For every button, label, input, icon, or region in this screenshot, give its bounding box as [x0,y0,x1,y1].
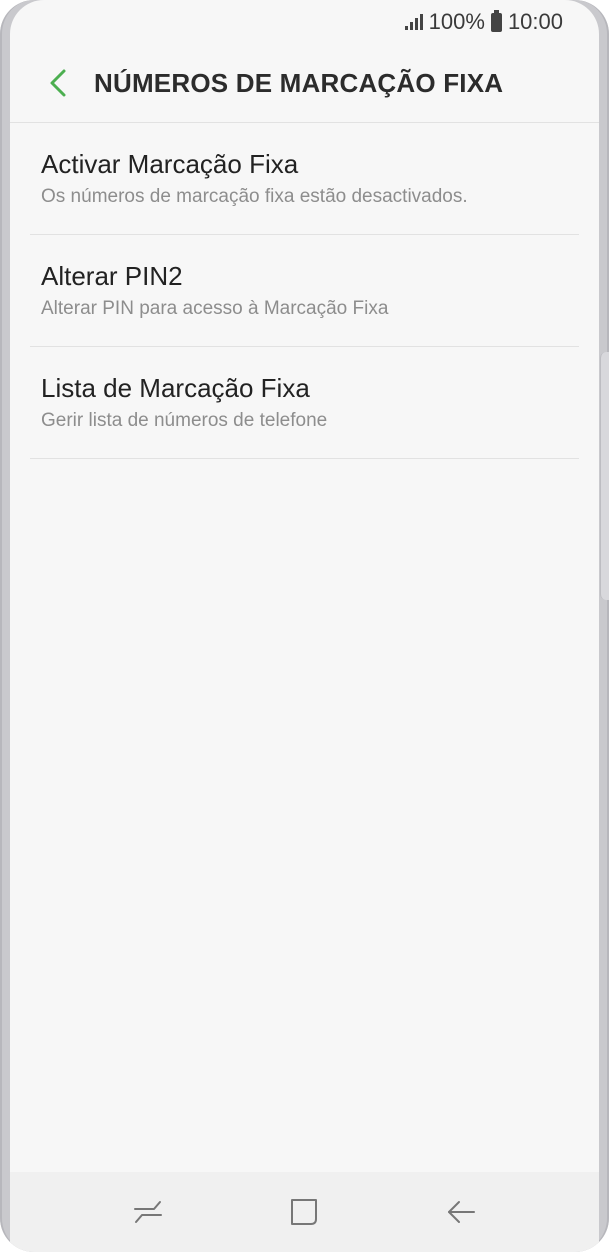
battery-icon [490,9,502,32]
list-item-subtitle: Os números de marcação fixa estão desact… [41,186,468,207]
back-button[interactable] [28,53,88,113]
settings-list: Activar Marcação Fixa Os números de marc… [30,123,579,459]
page-title: NÚMEROS DE MARCAÇÃO FIXA [94,67,504,98]
recents-button[interactable] [118,1182,178,1242]
list-item-activate-fdn[interactable]: Activar Marcação Fixa Os números de marc… [30,123,579,235]
app-header: NÚMEROS DE MARCAÇÃO FIXA [10,44,599,123]
signal-icon [404,14,423,30]
list-item-title: Alterar PIN2 [41,261,183,291]
list-item-title: Activar Marcação Fixa [41,149,299,179]
status-bar: 100% 10:00 [0,0,609,44]
list-item-change-pin2[interactable]: Alterar PIN2 Alterar PIN para acesso à M… [30,235,579,347]
home-icon [291,1199,318,1225]
list-item-title: Lista de Marcação Fixa [41,373,310,403]
clock: 10:00 [507,9,563,34]
battery-percentage: 100% [428,9,485,34]
navigation-bar [10,1172,599,1252]
phone-frame: 100% 10:00 NÚMEROS DE MARCAÇÃO FIXA Acti… [0,0,609,1252]
back-nav-button[interactable] [431,1182,491,1242]
list-item-subtitle: Gerir lista de números de telefone [41,410,328,431]
list-item-fdn-list[interactable]: Lista de Marcação Fixa Gerir lista de nú… [30,347,579,459]
list-item-subtitle: Alterar PIN para acesso à Marcação Fixa [41,298,389,319]
chevron-left-icon [50,69,66,97]
side-button [600,352,609,600]
home-button[interactable] [274,1182,334,1242]
recents-icon [134,1201,163,1223]
back-arrow-icon [447,1201,475,1223]
